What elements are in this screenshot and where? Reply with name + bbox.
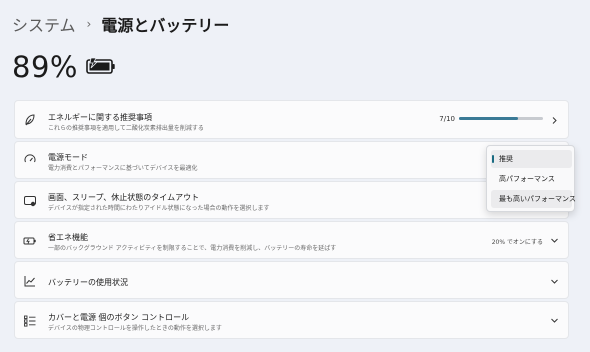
recommendations-progress-bar xyxy=(459,117,543,120)
battery-charging-icon xyxy=(86,57,115,74)
leaf-icon xyxy=(25,114,35,126)
recommendations-count: 7/10 xyxy=(439,115,455,123)
energy-saver-subtitle: 一部のバックグラウンド アクティビティを制限することで、電力消費を削減し、バッテ… xyxy=(48,245,337,252)
battery-usage-card[interactable]: バッテリーの使用状況 xyxy=(14,261,569,299)
power-mode-subtitle: 電力消費とパフォーマンスに基づいてデバイスを最適化 xyxy=(48,165,198,172)
selected-indicator xyxy=(492,155,494,163)
lid-power-button-controls-title: カバーと電源 個のボタン コントロール xyxy=(48,313,190,322)
chevron-down-icon[interactable] xyxy=(550,316,559,325)
power-mode-option-label: 最も高いパフォーマンス xyxy=(499,195,576,203)
power-mode-title: 電源モード xyxy=(48,153,88,162)
energy-recommendations-card[interactable]: エネルギーに関する推奨事項 これらの推奨事項を適用して二酸化炭素排出量を削減する… xyxy=(14,100,569,139)
chevron-down-icon[interactable] xyxy=(550,236,559,245)
battery-usage-title: バッテリーの使用状況 xyxy=(48,278,128,287)
breadcrumb-separator-icon: › xyxy=(86,17,92,31)
battery-percent: 89% xyxy=(12,50,78,84)
screen-timeout-icon xyxy=(24,196,36,207)
breadcrumb-parent[interactable]: システム xyxy=(12,12,76,36)
energy-recommendations-title: エネルギーに関する推奨事項 xyxy=(48,113,152,122)
power-mode-dropdown: 推奨 高パフォーマンス 最も高いパフォーマンス xyxy=(486,145,576,212)
energy-recommendations-subtitle: これらの推奨事項を適用して二酸化炭素排出量を削減する xyxy=(48,125,204,132)
power-mode-option-recommended[interactable]: 推奨 xyxy=(491,150,572,168)
screen-sleep-timeout-title: 画面、スリープ、休止状態のタイムアウト xyxy=(48,193,200,202)
chevron-down-icon[interactable] xyxy=(550,277,559,286)
energy-saver-threshold: 20% でオンにする xyxy=(491,239,543,246)
power-mode-icon xyxy=(24,154,36,163)
power-mode-option-label: 高パフォーマンス xyxy=(499,175,555,183)
lid-power-button-controls-card[interactable]: カバーと電源 個のボタン コントロール デバイスの物理コントロールを操作したとき… xyxy=(14,301,569,339)
power-mode-option-best-performance[interactable]: 最も高いパフォーマンス xyxy=(491,190,576,208)
chart-icon xyxy=(24,276,35,287)
breadcrumb: システム › 電源とバッテリー xyxy=(12,12,229,36)
battery-saver-icon xyxy=(23,237,36,245)
page-title: 電源とバッテリー xyxy=(101,16,230,35)
controls-list-icon xyxy=(24,315,36,327)
power-mode-option-label: 推奨 xyxy=(499,155,513,163)
lid-power-button-controls-subtitle: デバイスの物理コントロールを操作したときの動作を選択します xyxy=(48,325,222,332)
energy-saver-title: 省エネ機能 xyxy=(48,233,88,242)
power-mode-option-high-performance[interactable]: 高パフォーマンス xyxy=(491,170,572,188)
screen-sleep-timeout-subtitle: デバイスが指定された時間にわたりアイドル状態になった場合の動作を選択します xyxy=(48,205,270,212)
energy-saver-card[interactable]: 省エネ機能 一部のバックグラウンド アクティビティを制限することで、電力消費を削… xyxy=(14,221,569,259)
chevron-right-icon[interactable] xyxy=(550,116,559,125)
